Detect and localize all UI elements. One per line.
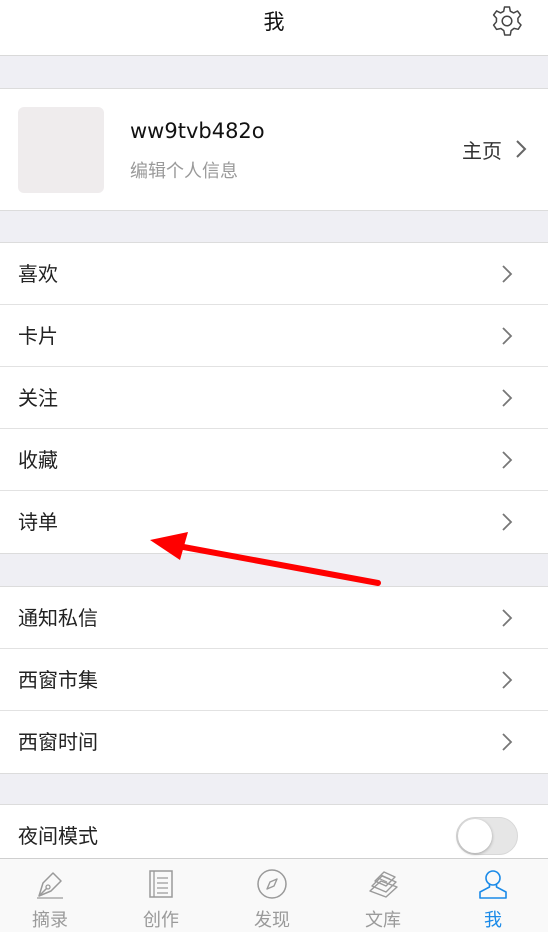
tab-me[interactable]: 我 bbox=[438, 859, 548, 932]
tab-label: 文库 bbox=[365, 910, 401, 931]
tab-create[interactable]: 创作 bbox=[106, 859, 216, 932]
menu-item-label: 关注 bbox=[18, 386, 58, 410]
menu-item-poem-lists[interactable]: 诗单 bbox=[0, 491, 548, 553]
pen-nib-icon bbox=[37, 872, 63, 899]
tab-label: 发现 bbox=[254, 910, 290, 931]
night-mode-toggle[interactable] bbox=[456, 817, 518, 855]
gear-icon[interactable] bbox=[490, 4, 524, 38]
tab-label: 我 bbox=[484, 910, 502, 931]
avatar[interactable] bbox=[18, 107, 104, 193]
tab-discover[interactable]: 发现 bbox=[217, 859, 327, 932]
toggle-knob bbox=[458, 819, 492, 853]
person-icon bbox=[479, 870, 507, 899]
menu-item-time[interactable]: 西窗时间 bbox=[0, 711, 548, 773]
menu-item-label: 诗单 bbox=[18, 510, 58, 534]
menu-item-label: 西窗时间 bbox=[18, 730, 98, 754]
edit-profile-link[interactable]: 编辑个人信息 bbox=[130, 157, 238, 183]
menu-item-likes[interactable]: 喜欢 bbox=[0, 243, 548, 305]
chevron-right-icon bbox=[502, 389, 513, 407]
tab-excerpts[interactable]: 摘录 bbox=[0, 859, 105, 932]
chevron-right-icon bbox=[502, 451, 513, 469]
menu-item-label: 收藏 bbox=[18, 448, 58, 472]
document-icon bbox=[149, 870, 173, 898]
menu-item-market[interactable]: 西窗市集 bbox=[0, 649, 548, 711]
menu-group-services: 通知私信 西窗市集 西窗时间 bbox=[0, 586, 548, 774]
homepage-label: 主页 bbox=[462, 138, 502, 163]
chevron-right-icon bbox=[516, 140, 527, 158]
chevron-right-icon bbox=[502, 671, 513, 689]
chevron-right-icon bbox=[502, 265, 513, 283]
homepage-link[interactable]: 主页 bbox=[462, 134, 528, 164]
nav-bar: 我 bbox=[0, 0, 548, 56]
chevron-right-icon bbox=[502, 609, 513, 627]
menu-item-cards[interactable]: 卡片 bbox=[0, 305, 548, 367]
menu-item-favorites[interactable]: 收藏 bbox=[0, 429, 548, 491]
menu-item-label: 卡片 bbox=[18, 324, 58, 348]
compass-icon bbox=[257, 869, 287, 899]
tab-bar: 摘录 创作 发现 文库 我 bbox=[0, 858, 548, 932]
chevron-right-icon bbox=[502, 733, 513, 751]
tab-label: 摘录 bbox=[32, 910, 68, 931]
menu-item-label: 通知私信 bbox=[18, 606, 98, 630]
chevron-right-icon bbox=[502, 327, 513, 345]
username: ww9tvb482o bbox=[130, 119, 265, 143]
page-title: 我 bbox=[263, 10, 285, 34]
books-icon bbox=[369, 871, 398, 898]
tab-library[interactable]: 文库 bbox=[328, 859, 438, 932]
menu-item-label: 喜欢 bbox=[18, 262, 58, 286]
menu-item-label: 西窗市集 bbox=[18, 668, 98, 692]
menu-item-following[interactable]: 关注 bbox=[0, 367, 548, 429]
profile-card[interactable]: ww9tvb482o 编辑个人信息 主页 bbox=[0, 88, 548, 211]
chevron-right-icon bbox=[502, 513, 513, 531]
menu-group-personal: 喜欢 卡片 关注 收藏 诗单 bbox=[0, 242, 548, 554]
menu-item-notifications[interactable]: 通知私信 bbox=[0, 587, 548, 649]
tab-label: 创作 bbox=[143, 910, 179, 931]
